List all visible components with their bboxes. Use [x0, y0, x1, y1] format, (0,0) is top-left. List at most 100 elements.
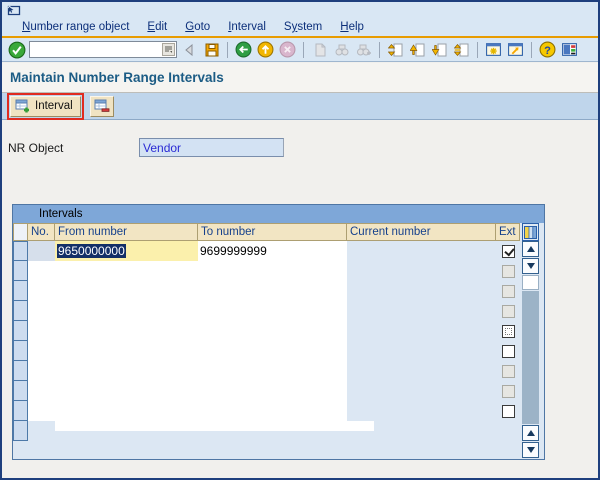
customize-layout-icon[interactable]	[560, 40, 579, 59]
toolbar-separator	[477, 41, 478, 58]
ext-checkbox[interactable]	[501, 244, 515, 258]
row-selector-column	[13, 241, 28, 441]
row-selector[interactable]	[13, 400, 28, 421]
first-page-icon[interactable]	[386, 40, 405, 59]
delete-interval-icon	[94, 99, 110, 112]
scroll-up-icon[interactable]	[522, 241, 539, 257]
column-header-ext: Ext	[496, 223, 520, 241]
cell-ext	[496, 241, 520, 261]
ext-checkbox[interactable]	[501, 404, 515, 418]
cell-current-number	[347, 281, 496, 301]
cell-from-number[interactable]	[55, 361, 198, 381]
row-selector[interactable]	[13, 241, 28, 261]
page-down-icon[interactable]	[430, 40, 449, 59]
new-session-icon[interactable]	[484, 40, 503, 59]
row-selector[interactable]	[13, 420, 28, 441]
save-icon[interactable]	[202, 40, 221, 59]
ext-checkbox[interactable]	[501, 324, 515, 338]
cell-from-number[interactable]	[55, 341, 198, 361]
window-titlebar	[2, 2, 598, 18]
cell-no	[28, 301, 55, 321]
cell-to-number[interactable]	[198, 321, 347, 341]
last-page-icon[interactable]	[452, 40, 471, 59]
toolbar-separator	[227, 41, 228, 58]
cell-to-number[interactable]	[198, 281, 347, 301]
cell-to-number[interactable]	[198, 361, 347, 381]
toolbar-separator	[303, 41, 304, 58]
print-icon	[310, 40, 329, 59]
cell-from-number[interactable]	[55, 381, 198, 401]
cell-no	[28, 321, 55, 341]
enter-icon[interactable]	[7, 40, 26, 59]
sap-window: Number range object Edit Goto Interval Syste…	[0, 0, 600, 480]
menu-system[interactable]: System	[284, 21, 322, 33]
menu-number-range-object[interactable]: Number range object	[22, 21, 129, 33]
menu-interval[interactable]: Interval	[228, 21, 266, 33]
cell-from-number[interactable]	[55, 281, 198, 301]
cell-from-number[interactable]	[55, 261, 198, 281]
row-selector[interactable]	[13, 380, 28, 401]
ext-checkbox[interactable]	[501, 344, 515, 358]
toolbar-separator	[379, 41, 380, 58]
cell-ext	[496, 281, 520, 301]
cancel-icon	[278, 40, 297, 59]
page-up-icon[interactable]	[408, 40, 427, 59]
row-selector[interactable]	[13, 340, 28, 361]
insert-interval-button[interactable]: Interval	[10, 95, 81, 117]
scrollbar-track[interactable]	[522, 291, 539, 424]
find-icon	[332, 40, 351, 59]
application-toolbar: Interval	[2, 92, 598, 120]
column-header-from-number: From number	[55, 223, 198, 241]
cell-to-number[interactable]	[198, 381, 347, 401]
column-header-current-number: Current number	[347, 223, 496, 241]
cell-to-number[interactable]	[198, 341, 347, 361]
cell-ext	[496, 261, 520, 281]
nr-object-field[interactable]: Vendor	[139, 138, 284, 157]
table-row	[28, 301, 520, 321]
cell-no	[28, 401, 55, 421]
menu-help[interactable]: Help	[340, 21, 364, 33]
create-shortcut-icon[interactable]	[506, 40, 525, 59]
cell-no	[28, 241, 55, 261]
help-icon[interactable]: ?	[538, 40, 557, 59]
scrollbar-thumb[interactable]	[522, 275, 539, 290]
cell-current-number	[347, 361, 496, 381]
table-row	[28, 401, 520, 421]
cell-to-number[interactable]	[198, 261, 347, 281]
svg-text:?: ?	[544, 45, 551, 57]
scroll-page-up-icon[interactable]	[522, 425, 539, 441]
row-selector[interactable]	[13, 300, 28, 321]
delete-interval-button[interactable]	[89, 95, 114, 117]
cell-to-number[interactable]	[198, 301, 347, 321]
row-selector[interactable]	[13, 360, 28, 381]
table-body-rows: 9650000000 9699999999	[28, 241, 520, 421]
table-configuration-icon[interactable]	[522, 223, 539, 241]
cell-from-number[interactable]	[55, 401, 198, 421]
menu-goto[interactable]: Goto	[185, 21, 210, 33]
table-row	[28, 381, 520, 401]
cell-current-number	[347, 301, 496, 321]
back-icon[interactable]	[234, 40, 253, 59]
scroll-page-down-icon[interactable]	[522, 442, 539, 458]
cell-from-number[interactable]	[55, 301, 198, 321]
exit-icon[interactable]	[256, 40, 275, 59]
cell-ext	[496, 401, 520, 421]
cell-ext	[496, 381, 520, 401]
menu-edit[interactable]: Edit	[147, 21, 167, 33]
command-field[interactable]	[29, 41, 177, 58]
cell-to-number[interactable]	[198, 401, 347, 421]
command-history-icon[interactable]	[162, 43, 175, 56]
row-selector[interactable]	[13, 260, 28, 281]
cell-to-number[interactable]: 9699999999	[198, 241, 347, 261]
standard-toolbar: ?	[2, 38, 598, 62]
scroll-down-icon[interactable]	[522, 258, 539, 274]
cell-from-number[interactable]: 9650000000	[55, 241, 198, 261]
cell-current-number	[347, 261, 496, 281]
intervals-group-title: Intervals	[39, 208, 83, 220]
cell-from-number[interactable]	[55, 321, 198, 341]
cell-ext	[496, 341, 520, 361]
row-selector[interactable]	[13, 280, 28, 301]
row-selector[interactable]	[13, 320, 28, 341]
menu-bar: Number range object Edit Goto Interval Syste…	[2, 18, 598, 36]
command-input[interactable]	[30, 43, 160, 56]
